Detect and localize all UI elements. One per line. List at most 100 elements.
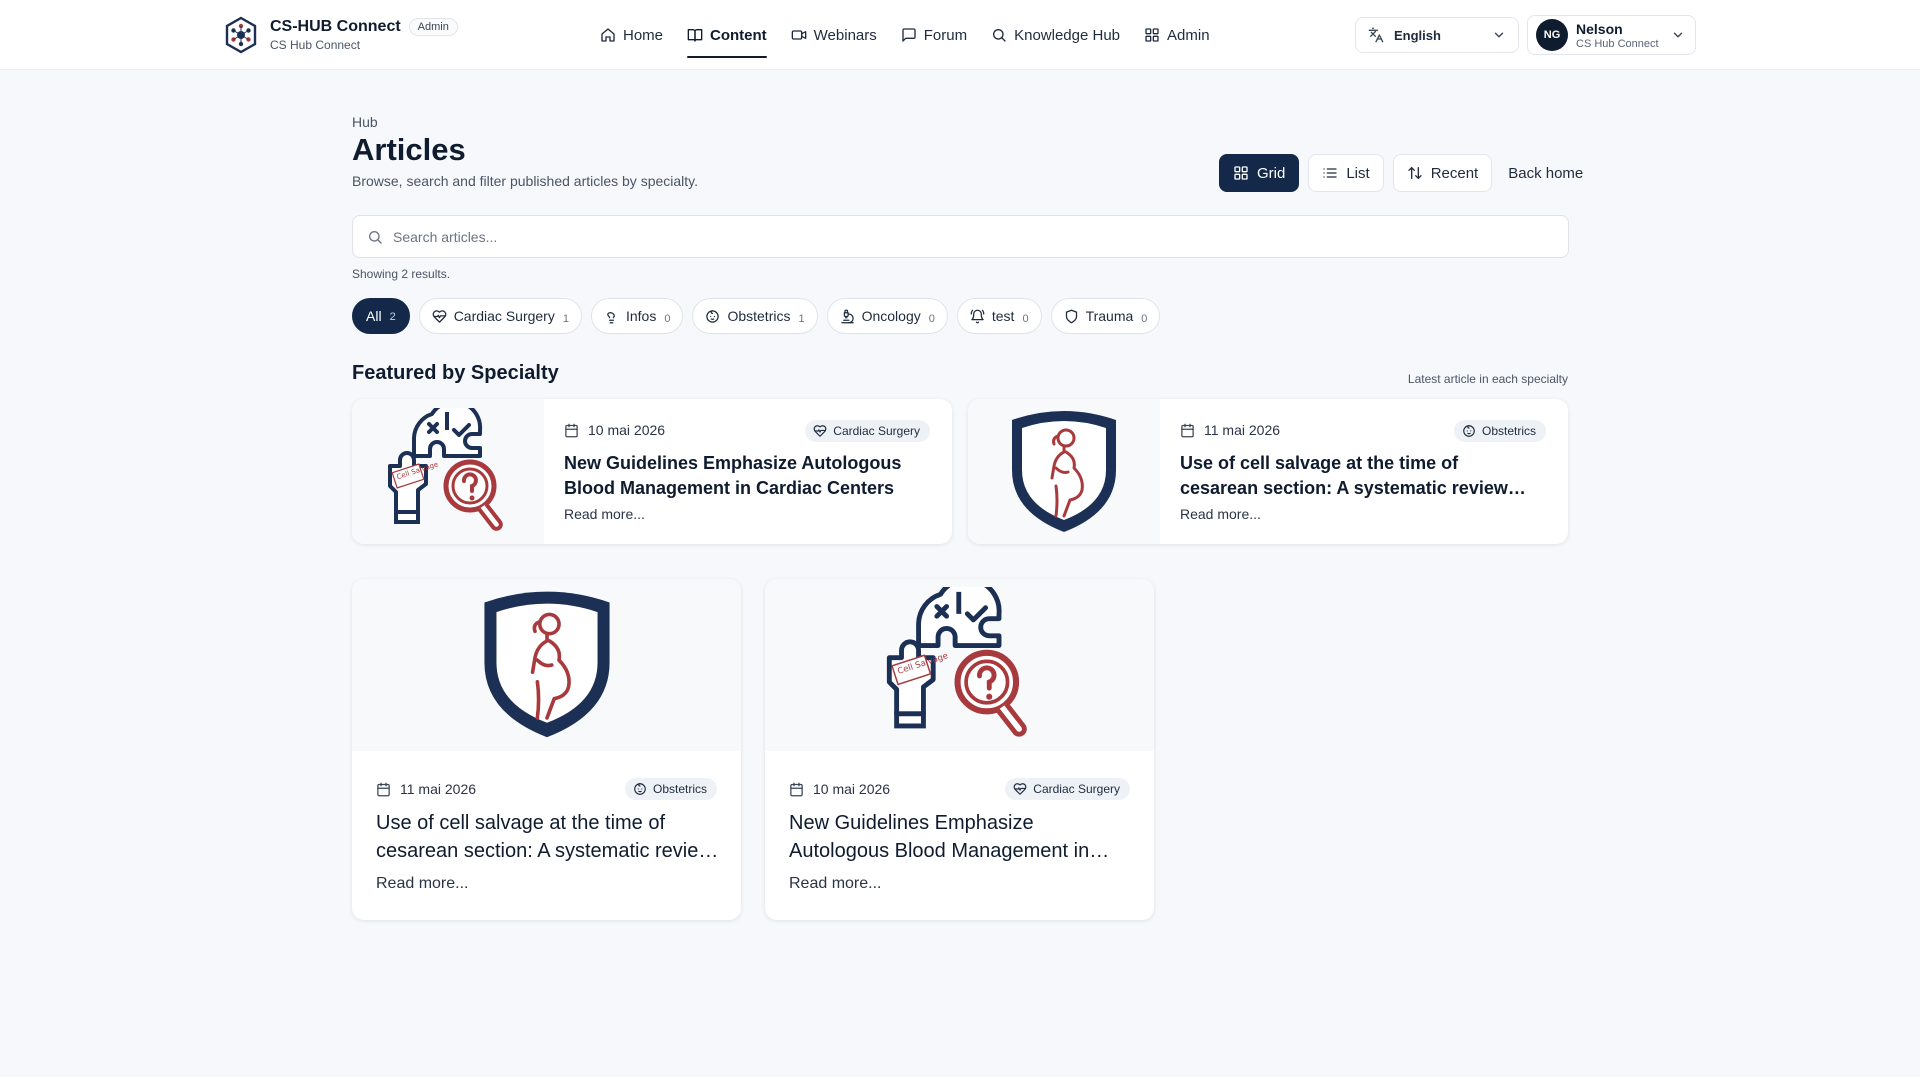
brand[interactable]: CS-HUB Connect Admin CS Hub Connect xyxy=(224,16,458,54)
article-date: 10 mai 2026 xyxy=(789,781,890,797)
filter-count: 0 xyxy=(664,312,671,325)
sort-arrows-icon xyxy=(1408,167,1422,179)
nav-forum[interactable]: Forum xyxy=(901,0,967,70)
chevron-down-icon xyxy=(1494,32,1504,38)
filter-count: 2 xyxy=(389,311,396,323)
search-icon xyxy=(369,230,382,244)
read-more-link[interactable]: Read more... xyxy=(1180,506,1261,522)
page-title: Articles xyxy=(352,132,466,167)
filter-all[interactable]: All 2 xyxy=(352,298,410,334)
article-title[interactable]: Use of cell salvage at the time of cesar… xyxy=(1180,451,1540,501)
filter-infos[interactable]: Infos 0 xyxy=(590,298,684,334)
nav-knowledge-hub-label: Knowledge Hub xyxy=(1014,26,1121,44)
pregnant-shield-illustration xyxy=(483,591,610,738)
view-controls: Grid List Recent Back home xyxy=(1219,154,1583,192)
bell-icon xyxy=(970,309,985,323)
nav-webinars-label: Webinars xyxy=(813,26,877,44)
heart-pulse-icon xyxy=(432,309,447,323)
specialty-tag[interactable]: Cardiac Surgery xyxy=(805,420,930,442)
filter-count: 1 xyxy=(798,312,805,325)
search-bar xyxy=(352,215,1569,258)
nav-knowledge-hub[interactable]: Knowledge Hub xyxy=(991,0,1120,70)
nav-webinars[interactable]: Webinars xyxy=(791,0,877,70)
article-date: 11 mai 2026 xyxy=(376,781,476,797)
role-badge: Admin xyxy=(408,18,458,36)
filter-obstetrics[interactable]: Obstetrics 1 xyxy=(692,298,818,334)
back-home-button[interactable]: Back home xyxy=(1501,154,1583,192)
language-select[interactable]: English xyxy=(1355,17,1519,53)
calendar-icon xyxy=(565,423,578,437)
avatar: NG xyxy=(1536,19,1568,51)
filter-cardiac-surgery[interactable]: Cardiac Surgery 1 xyxy=(418,298,582,334)
message-icon xyxy=(902,28,916,42)
article-thumbnail: Cell Salvage xyxy=(352,399,544,544)
grid-view-button[interactable]: Grid xyxy=(1219,154,1300,192)
app-name: CS-HUB Connect xyxy=(270,18,401,35)
article-title[interactable]: New Guidelines Emphasize Autologous Bloo… xyxy=(789,809,1134,865)
video-icon xyxy=(791,30,807,40)
pregnant-shield-illustration xyxy=(1012,410,1116,532)
filter-label: test xyxy=(991,308,1015,324)
article-thumbnail xyxy=(968,399,1160,544)
heart-pulse-icon xyxy=(813,425,827,437)
breadcrumb[interactable]: Hub xyxy=(352,114,378,130)
filter-test[interactable]: test 0 xyxy=(956,298,1042,334)
filter-label: Trauma xyxy=(1085,308,1134,324)
app-subtitle: CS Hub Connect xyxy=(270,38,361,52)
article-date: 10 mai 2026 xyxy=(564,422,665,438)
grid-icon xyxy=(1145,28,1159,42)
chevron-down-icon xyxy=(1673,32,1683,38)
specialty-tag[interactable]: Obstetrics xyxy=(624,778,717,800)
list-icon xyxy=(1323,168,1338,178)
results-count: Showing 2 results. xyxy=(352,267,451,281)
nav-content[interactable]: Content xyxy=(687,0,767,70)
specialty-tag[interactable]: Obstetrics xyxy=(1453,420,1546,442)
calendar-icon xyxy=(1181,423,1194,437)
puzzle-magnifier-illustration: Cell Salvage xyxy=(388,407,503,531)
nav-admin[interactable]: Admin xyxy=(1144,0,1210,70)
read-more-link[interactable]: Read more... xyxy=(789,875,881,893)
filter-count: 0 xyxy=(1022,312,1029,325)
home-icon xyxy=(601,28,615,42)
lightbulb-icon xyxy=(607,311,615,323)
filter-label: All xyxy=(366,308,382,324)
article-card[interactable]: 11 mai 2026 Obstetrics Use of cell salva… xyxy=(352,579,741,920)
article-title[interactable]: Use of cell salvage at the time of cesar… xyxy=(376,809,721,865)
baby-icon xyxy=(634,783,646,795)
featured-section-note: Latest article in each specialty xyxy=(1407,372,1568,386)
nav-home[interactable]: Home xyxy=(600,0,663,70)
list-view-button[interactable]: List xyxy=(1308,154,1384,192)
user-name: Nelson xyxy=(1576,20,1623,37)
page-subtitle: Browse, search and filter published arti… xyxy=(352,173,699,189)
filter-label: Oncology xyxy=(861,308,921,324)
filter-trauma[interactable]: Trauma 0 xyxy=(1050,298,1161,334)
user-org: CS Hub Connect xyxy=(1576,37,1659,50)
featured-article-card[interactable]: Cell Salvage 10 mai 2026 Cardiac Surgery… xyxy=(352,399,952,544)
nav-admin-label: Admin xyxy=(1167,26,1210,44)
sort-button[interactable]: Recent xyxy=(1392,154,1493,192)
read-more-link[interactable]: Read more... xyxy=(564,506,645,522)
calendar-icon xyxy=(790,782,803,796)
article-title[interactable]: New Guidelines Emphasize Autologous Bloo… xyxy=(564,451,924,501)
filter-oncology[interactable]: Oncology 0 xyxy=(826,298,948,334)
read-more-link[interactable]: Read more... xyxy=(376,875,468,893)
specialty-tag-label: Cardiac Surgery xyxy=(1033,782,1120,796)
article-card[interactable]: Cell Salvage 10 mai 2026 Cardiac Surgery… xyxy=(765,579,1154,920)
nav-forum-label: Forum xyxy=(923,26,968,44)
filter-label: Infos xyxy=(625,308,657,324)
specialty-tag-label: Obstetrics xyxy=(1481,424,1536,438)
featured-article-card[interactable]: 11 mai 2026 Obstetrics Use of cell salva… xyxy=(968,399,1568,544)
filter-label: Obstetrics xyxy=(727,308,791,324)
article-thumbnail: Cell Salvage xyxy=(765,579,1154,751)
article-date-text: 11 mai 2026 xyxy=(1204,422,1281,438)
user-menu[interactable]: NG Nelson CS Hub Connect xyxy=(1527,15,1696,55)
specialty-tag[interactable]: Cardiac Surgery xyxy=(1005,778,1130,800)
app-logo-icon xyxy=(225,16,257,54)
list-view-label: List xyxy=(1346,164,1370,182)
filter-label: Cardiac Surgery xyxy=(453,308,555,324)
search-icon xyxy=(993,29,1006,42)
search-input[interactable] xyxy=(393,228,1554,245)
specialty-tag-label: Cardiac Surgery xyxy=(833,424,920,438)
filter-count: 0 xyxy=(1141,312,1148,325)
article-thumbnail xyxy=(352,579,741,751)
